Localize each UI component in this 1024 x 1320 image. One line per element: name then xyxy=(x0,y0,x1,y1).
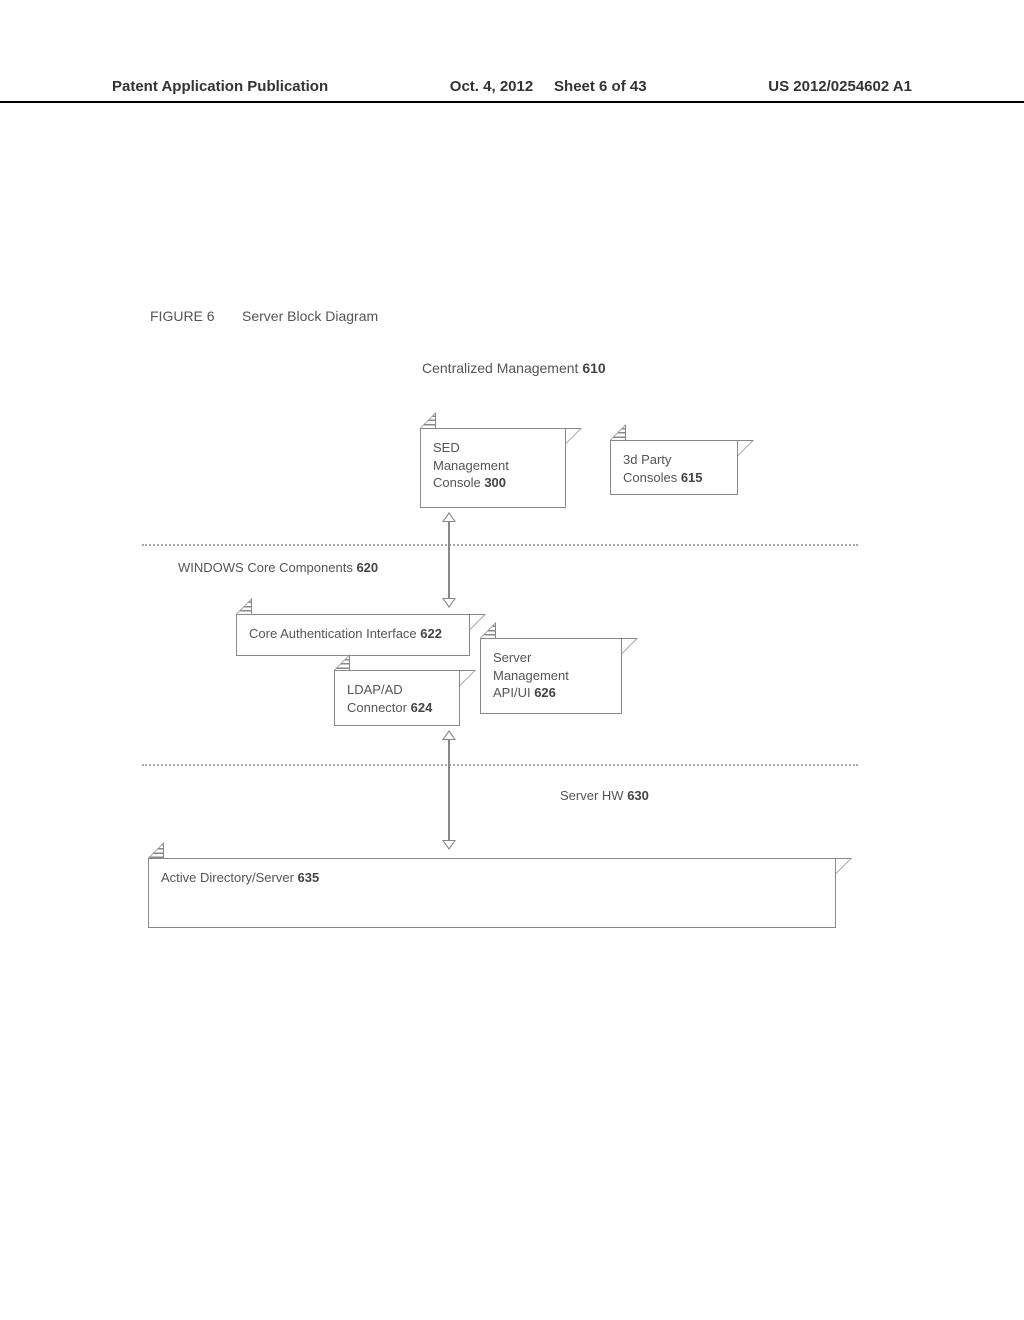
page-header: Patent Application Publication Oct. 4, 2… xyxy=(0,78,1024,103)
box-ad-text: Active Directory/Server xyxy=(161,870,294,885)
box-server-mgmt-ref: 626 xyxy=(534,685,556,700)
box-sed-ref: 300 xyxy=(484,475,506,490)
layer-server-hw-text: Server HW xyxy=(560,788,624,803)
box-ldap-line1: LDAP/AD xyxy=(347,682,403,697)
section-title-text: Centralized Management xyxy=(422,360,578,376)
header-sheet: Sheet 6 of 43 xyxy=(554,78,647,95)
arrow-sed-to-core xyxy=(442,512,456,608)
box-sed-line3: Console xyxy=(433,475,481,490)
layer-server-hw-ref: 630 xyxy=(627,788,649,803)
figure-number: FIGURE 6 xyxy=(150,308,215,324)
layer-windows-core: WINDOWS Core Components 620 xyxy=(178,560,378,575)
section-title-ref: 610 xyxy=(582,360,605,376)
layer-windows-text: WINDOWS Core Components xyxy=(178,560,353,575)
box-sed-line2: Management xyxy=(433,458,509,473)
header-pubnumber: US 2012/0254602 A1 xyxy=(768,78,912,95)
arrow-core-to-ad xyxy=(442,730,456,850)
box-ldap-line2: Connector xyxy=(347,700,407,715)
box-server-mgmt-line3: API/UI xyxy=(493,685,531,700)
box-ad-ref: 635 xyxy=(298,870,320,885)
box-core-auth-ref: 622 xyxy=(420,626,442,641)
header-publication: Patent Application Publication xyxy=(112,78,328,95)
layer-windows-ref: 620 xyxy=(356,560,378,575)
box-server-mgmt-line2: Management xyxy=(493,668,569,683)
box-ldap-ref: 624 xyxy=(411,700,433,715)
header-date: Oct. 4, 2012 xyxy=(450,78,533,95)
box-3p-line1: 3d Party xyxy=(623,452,671,467)
section-title: Centralized Management 610 xyxy=(422,360,606,376)
divider-top xyxy=(142,544,858,546)
divider-bottom xyxy=(142,764,858,766)
header-date-sheet: Oct. 4, 2012 Sheet 6 of 43 xyxy=(450,78,647,95)
box-sed-line1: SED xyxy=(433,440,460,455)
box-3p-ref: 615 xyxy=(681,470,703,485)
box-3p-line2: Consoles xyxy=(623,470,677,485)
box-server-mgmt-line1: Server xyxy=(493,650,531,665)
figure-title: Server Block Diagram xyxy=(242,308,378,324)
box-core-auth-text: Core Authentication Interface xyxy=(249,626,417,641)
layer-server-hw: Server HW 630 xyxy=(560,788,649,803)
